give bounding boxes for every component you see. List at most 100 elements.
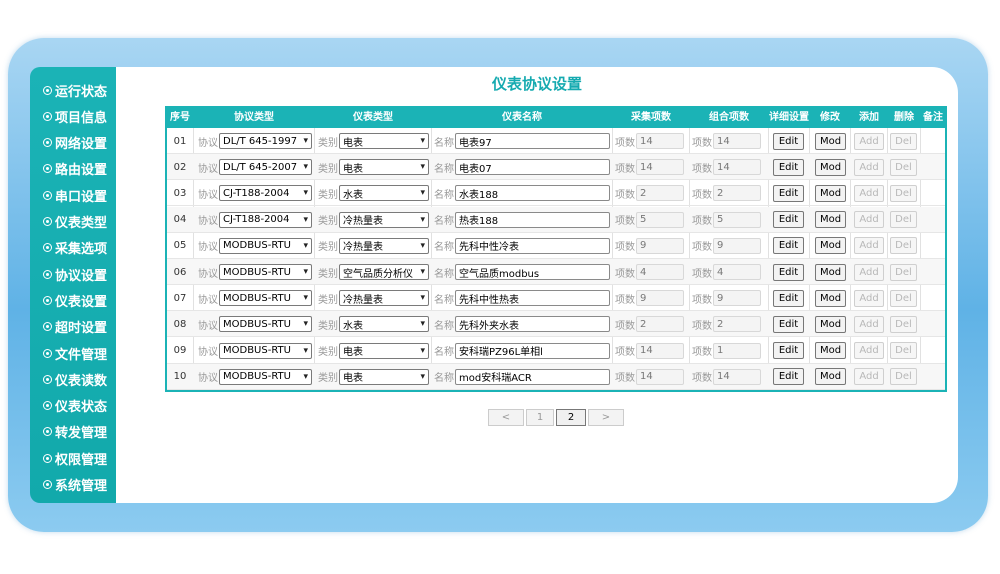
meter-name-input[interactable]: 安科瑞PZ96L单相l bbox=[455, 342, 610, 359]
category-prefix: 类别 bbox=[318, 268, 338, 280]
sidebar-item-1[interactable]: 项目信息 bbox=[30, 105, 116, 127]
mod-button[interactable]: Mod bbox=[815, 315, 846, 333]
mod-button[interactable]: Mod bbox=[815, 289, 846, 307]
meter-name-input[interactable]: 水表188 bbox=[455, 185, 610, 202]
edit-button[interactable]: Edit bbox=[773, 184, 804, 202]
protocol-select[interactable]: MODBUS-RTU ▾ bbox=[219, 264, 312, 280]
sidebar-item-0[interactable]: 运行状态 bbox=[30, 79, 116, 101]
del-button[interactable]: Del bbox=[890, 184, 917, 202]
protocol-select[interactable]: MODBUS-RTU ▾ bbox=[219, 290, 312, 307]
del-button[interactable]: Del bbox=[890, 368, 917, 386]
sidebar-item-10[interactable]: 文件管理 bbox=[30, 342, 116, 364]
add-cell: Add bbox=[854, 233, 884, 259]
sidebar-item-4[interactable]: 串口设置 bbox=[30, 184, 116, 206]
mod-button[interactable]: Mod bbox=[815, 237, 846, 255]
meter-name-input[interactable]: 空气品质modbus bbox=[455, 264, 610, 280]
meter-name-input[interactable]: 电表07 bbox=[455, 159, 610, 176]
sidebar-item-8[interactable]: 仪表设置 bbox=[30, 289, 116, 311]
mod-button[interactable]: Mod bbox=[815, 342, 846, 360]
add-button[interactable]: Add bbox=[854, 289, 884, 307]
add-button[interactable]: Add bbox=[854, 368, 884, 386]
protocol-select[interactable]: MODBUS-RTU ▾ bbox=[219, 342, 312, 359]
sidebar-item-3[interactable]: 路由设置 bbox=[30, 158, 116, 180]
mod-button[interactable]: Mod bbox=[815, 211, 846, 229]
protocol-select[interactable]: CJ-T188-2004 ▾ bbox=[219, 185, 312, 202]
del-button[interactable]: Del bbox=[890, 289, 917, 307]
sidebar-item-13[interactable]: 转发管理 bbox=[30, 421, 116, 443]
del-button[interactable]: Del bbox=[890, 132, 917, 150]
meter-name-input[interactable]: mod安科瑞ACR bbox=[455, 368, 610, 385]
sidebar-item-5[interactable]: 仪表类型 bbox=[30, 211, 116, 233]
category-select[interactable]: 冷热量表 ▾ bbox=[339, 290, 429, 307]
mod-button[interactable]: Mod bbox=[815, 158, 846, 176]
del-button[interactable]: Del bbox=[890, 263, 917, 281]
edit-button[interactable]: Edit bbox=[773, 289, 804, 307]
add-button[interactable]: Add bbox=[854, 342, 884, 360]
del-button[interactable]: Del bbox=[890, 342, 917, 360]
meter-name-input[interactable]: 热表188 bbox=[455, 211, 610, 228]
category-select[interactable]: 电表 ▾ bbox=[339, 342, 429, 359]
add-button[interactable]: Add bbox=[854, 237, 884, 255]
pager-next-button[interactable]: > bbox=[588, 409, 624, 426]
mod-button[interactable]: Mod bbox=[815, 184, 846, 202]
target-bullet-icon bbox=[43, 453, 52, 463]
add-button[interactable]: Add bbox=[854, 211, 884, 229]
target-bullet-icon bbox=[43, 401, 52, 411]
protocol-select[interactable]: DL/T 645-1997 ▾ bbox=[219, 133, 312, 149]
meter-name-input[interactable]: 先科中性热表 bbox=[455, 290, 610, 307]
chevron-down-icon: ▾ bbox=[420, 293, 425, 304]
protocol-select[interactable]: MODBUS-RTU ▾ bbox=[219, 316, 312, 333]
edit-button[interactable]: Edit bbox=[773, 368, 804, 386]
del-button[interactable]: Del bbox=[890, 237, 917, 255]
edit-button[interactable]: Edit bbox=[773, 237, 804, 255]
pager-page-1[interactable]: 1 bbox=[526, 409, 554, 426]
category-select[interactable]: 电表 ▾ bbox=[339, 159, 429, 176]
add-button[interactable]: Add bbox=[854, 158, 884, 176]
mod-button[interactable]: Mod bbox=[815, 368, 846, 386]
mod-button[interactable]: Mod bbox=[815, 263, 846, 281]
add-cell: Add bbox=[854, 311, 884, 337]
combo-count-field: 14 bbox=[713, 368, 761, 385]
category-cell: 类别 冷热量表 ▾ bbox=[318, 285, 429, 311]
del-button[interactable]: Del bbox=[890, 158, 917, 176]
add-button[interactable]: Add bbox=[854, 263, 884, 281]
sidebar-item-9[interactable]: 超时设置 bbox=[30, 316, 116, 338]
edit-button[interactable]: Edit bbox=[773, 315, 804, 333]
category-select[interactable]: 空气品质分析仪 ▾ bbox=[339, 264, 429, 280]
category-select[interactable]: 电表 ▾ bbox=[339, 368, 429, 385]
protocol-value: MODBUS-RTU bbox=[223, 318, 291, 330]
pager-prev-button[interactable]: < bbox=[488, 409, 524, 426]
meter-name-input[interactable]: 先科中性冷表 bbox=[455, 237, 610, 254]
edit-button[interactable]: Edit bbox=[773, 211, 804, 229]
protocol-select[interactable]: DL/T 645-2007 ▾ bbox=[219, 159, 312, 176]
edit-button[interactable]: Edit bbox=[773, 132, 804, 150]
protocol-select[interactable]: CJ-T188-2004 ▾ bbox=[219, 211, 312, 228]
protocol-prefix: 协议 bbox=[198, 163, 218, 175]
del-button[interactable]: Del bbox=[890, 211, 917, 229]
sidebar-item-12[interactable]: 仪表状态 bbox=[30, 395, 116, 417]
sidebar-item-6[interactable]: 采集选项 bbox=[30, 237, 116, 259]
add-button[interactable]: Add bbox=[854, 315, 884, 333]
category-select[interactable]: 冷热量表 ▾ bbox=[339, 211, 429, 228]
edit-button[interactable]: Edit bbox=[773, 158, 804, 176]
sidebar-item-15[interactable]: 系统管理 bbox=[30, 474, 116, 496]
edit-button[interactable]: Edit bbox=[773, 263, 804, 281]
add-button[interactable]: Add bbox=[854, 184, 884, 202]
add-button[interactable]: Add bbox=[854, 132, 884, 150]
sidebar-item-14[interactable]: 权限管理 bbox=[30, 447, 116, 469]
mod-button[interactable]: Mod bbox=[815, 132, 846, 150]
protocol-select[interactable]: MODBUS-RTU ▾ bbox=[219, 237, 312, 254]
category-select[interactable]: 冷热量表 ▾ bbox=[339, 237, 429, 254]
meter-name-input[interactable]: 先科外夹水表 bbox=[455, 316, 610, 333]
category-select[interactable]: 电表 ▾ bbox=[339, 133, 429, 149]
category-select[interactable]: 水表 ▾ bbox=[339, 185, 429, 202]
sidebar-item-2[interactable]: 网络设置 bbox=[30, 132, 116, 154]
edit-button[interactable]: Edit bbox=[773, 342, 804, 360]
protocol-select[interactable]: MODBUS-RTU ▾ bbox=[219, 368, 312, 385]
pager-page-2[interactable]: 2 bbox=[556, 409, 586, 426]
sidebar-item-7[interactable]: 协议设置 bbox=[30, 263, 116, 285]
meter-name-input[interactable]: 电表97 bbox=[455, 133, 610, 149]
del-button[interactable]: Del bbox=[890, 315, 917, 333]
sidebar-item-11[interactable]: 仪表读数 bbox=[30, 368, 116, 390]
category-select[interactable]: 水表 ▾ bbox=[339, 316, 429, 333]
